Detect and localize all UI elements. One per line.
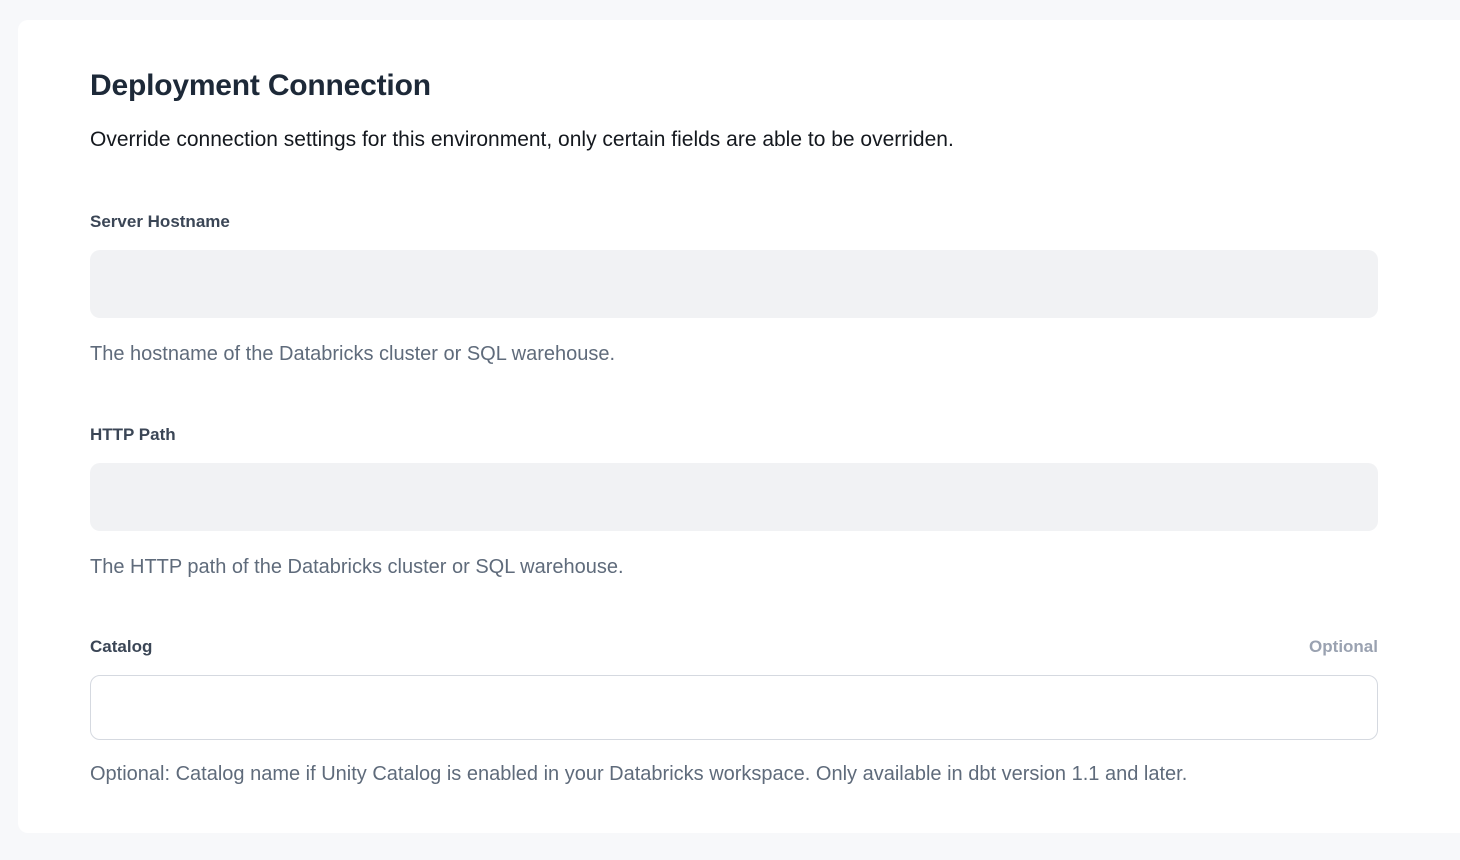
server-hostname-input xyxy=(90,250,1378,318)
server-hostname-label-row: Server Hostname xyxy=(90,211,1378,233)
catalog-label: Catalog xyxy=(90,636,152,658)
page: { "header": { "title": "Deployment Conne… xyxy=(0,0,1460,860)
catalog-input[interactable] xyxy=(90,675,1378,740)
catalog-helper: Optional: Catalog name if Unity Catalog … xyxy=(90,761,1378,787)
catalog-label-row: Catalog Optional xyxy=(90,636,1378,658)
page-subtitle: Override connection settings for this en… xyxy=(90,126,1378,154)
field-group-catalog: Catalog Optional Optional: Catalog name … xyxy=(90,636,1378,787)
http-path-helper: The HTTP path of the Databricks cluster … xyxy=(90,554,1378,580)
http-path-label: HTTP Path xyxy=(90,424,176,446)
http-path-label-row: HTTP Path xyxy=(90,424,1378,446)
card-content: Deployment Connection Override connectio… xyxy=(90,68,1378,787)
catalog-optional-badge: Optional xyxy=(1309,636,1378,658)
field-group-server-hostname: Server Hostname The hostname of the Data… xyxy=(90,211,1378,367)
server-hostname-label: Server Hostname xyxy=(90,211,230,233)
deployment-connection-card: Deployment Connection Override connectio… xyxy=(18,20,1460,833)
page-title: Deployment Connection xyxy=(90,68,1378,104)
http-path-input xyxy=(90,463,1378,531)
field-group-http-path: HTTP Path The HTTP path of the Databrick… xyxy=(90,424,1378,580)
server-hostname-helper: The hostname of the Databricks cluster o… xyxy=(90,341,1378,367)
